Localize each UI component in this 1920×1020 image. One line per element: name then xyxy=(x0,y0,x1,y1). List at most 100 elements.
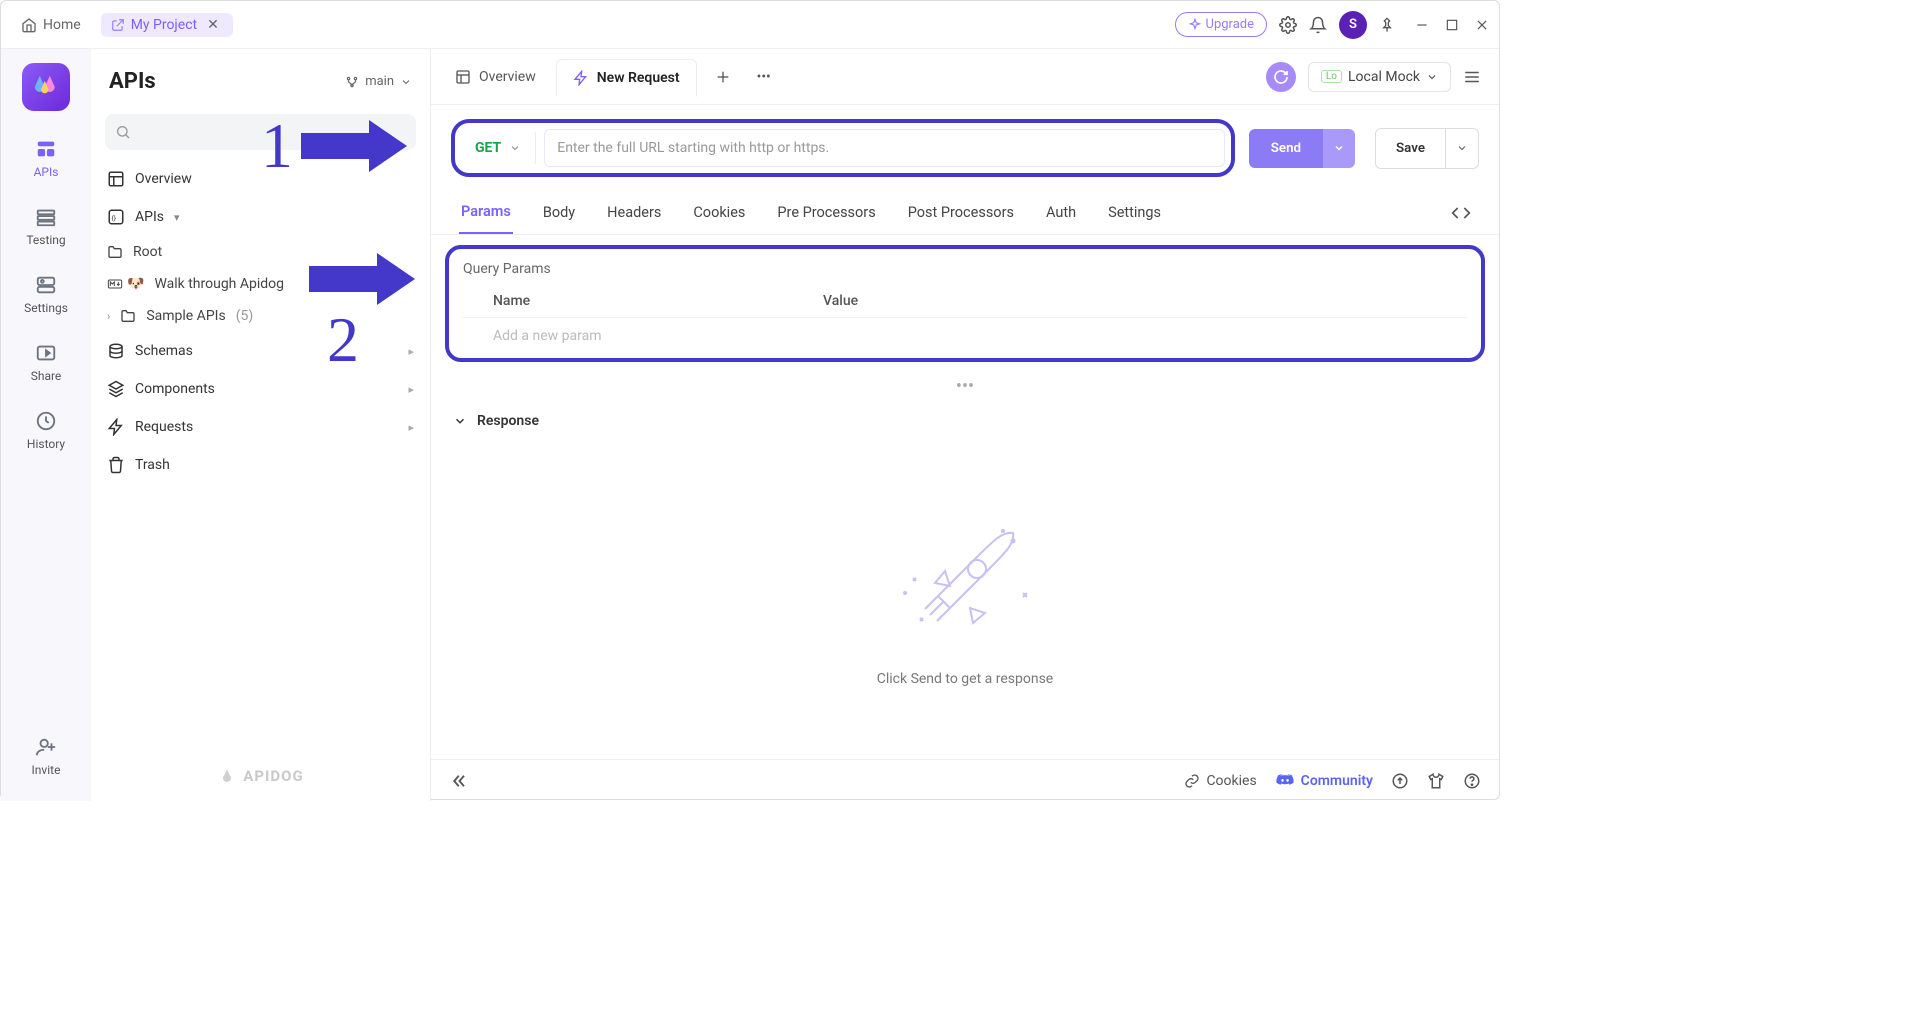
sidebar-root[interactable]: Root xyxy=(91,236,430,268)
subtab-post[interactable]: Post Processors xyxy=(906,192,1016,233)
project-icon xyxy=(111,18,125,32)
nav-rail: APIs Testing Settings Share History Invi… xyxy=(1,49,91,801)
request-url-box: GET Enter the full URL starting with htt… xyxy=(451,119,1235,177)
sidebar-trash[interactable]: Trash xyxy=(91,446,430,484)
sparkle-icon xyxy=(1188,18,1202,32)
sidebar-overview[interactable]: Overview xyxy=(91,160,430,198)
sidebar-brand: APIDOG xyxy=(91,753,430,801)
testing-icon xyxy=(35,206,57,228)
apis-icon xyxy=(35,138,57,160)
chevron-down-icon xyxy=(1333,142,1345,154)
folder-icon xyxy=(120,308,136,324)
response-header[interactable]: Response xyxy=(431,401,1499,441)
subtab-cookies[interactable]: Cookies xyxy=(691,192,747,233)
rail-share[interactable]: Share xyxy=(11,331,81,393)
save-button[interactable]: Save xyxy=(1375,128,1446,169)
content-tabs: Overview New Request ••• Lo Local Mock xyxy=(431,49,1499,105)
schemas-icon xyxy=(107,342,125,360)
chevron-right-icon: ▸ xyxy=(408,345,414,358)
project-label: My Project xyxy=(131,17,197,33)
rail-history[interactable]: History xyxy=(11,399,81,461)
code-icon[interactable] xyxy=(1451,203,1471,223)
settings-gear-icon[interactable] xyxy=(1279,16,1297,34)
emoji-icon: 🐶 xyxy=(127,276,144,292)
window-minimize-icon[interactable] xyxy=(1415,18,1429,32)
environment-selector[interactable]: Lo Local Mock xyxy=(1308,62,1451,92)
tab-overview[interactable]: Overview xyxy=(439,59,552,95)
trash-icon xyxy=(107,456,125,474)
send-button[interactable]: Send xyxy=(1249,129,1323,168)
settings-icon xyxy=(35,274,57,296)
close-tab-icon[interactable]: ✕ xyxy=(203,17,223,33)
search-icon xyxy=(115,124,131,140)
sidebar-components[interactable]: Components ▸ xyxy=(91,370,430,408)
discord-icon xyxy=(1275,771,1295,791)
sidebar-walkthrough[interactable]: 🐶 Walk through Apidog xyxy=(91,268,430,300)
sidebar-search[interactable] xyxy=(105,114,416,150)
rail-invite[interactable]: Invite xyxy=(11,725,81,787)
resize-handle[interactable]: ••• xyxy=(431,372,1499,401)
http-method-selector[interactable]: GET xyxy=(461,132,536,164)
svg-text:{}: {} xyxy=(112,213,117,222)
window-close-icon[interactable] xyxy=(1475,18,1489,32)
response-empty-text: Click Send to get a response xyxy=(877,671,1053,687)
sidebar-sample-apis[interactable]: › Sample APIs (5) xyxy=(91,300,430,332)
link-icon xyxy=(1184,773,1200,789)
chevron-right-icon: › xyxy=(107,310,110,323)
rail-apis[interactable]: APIs xyxy=(11,127,81,189)
home-label: Home xyxy=(43,17,81,33)
api-group-icon: {} xyxy=(107,208,125,226)
upload-icon[interactable] xyxy=(1391,772,1409,790)
user-avatar[interactable]: S xyxy=(1339,11,1367,39)
tab-new-request[interactable]: New Request xyxy=(556,59,697,97)
subtab-auth[interactable]: Auth xyxy=(1044,192,1078,233)
footer-cookies[interactable]: Cookies xyxy=(1184,773,1256,789)
more-tabs-icon[interactable]: ••• xyxy=(749,61,779,93)
sidebar-schemas[interactable]: Schemas ▸ xyxy=(91,332,430,370)
chevron-down-icon xyxy=(453,414,467,428)
chevron-down-icon xyxy=(509,142,521,154)
chevron-down-icon xyxy=(1456,142,1468,154)
app-logo[interactable] xyxy=(22,63,70,111)
components-icon xyxy=(107,380,125,398)
collapse-icon[interactable] xyxy=(449,772,467,790)
footer-community[interactable]: Community xyxy=(1275,771,1373,791)
add-tab-icon[interactable] xyxy=(701,61,745,93)
refresh-icon xyxy=(1273,69,1289,85)
titlebar: Home My Project ✕ Upgrade S xyxy=(1,1,1499,49)
save-dropdown[interactable] xyxy=(1446,128,1479,169)
upgrade-button[interactable]: Upgrade xyxy=(1175,12,1267,37)
content-footer: Cookies Community xyxy=(431,759,1499,801)
param-row-new[interactable]: Add a new param xyxy=(463,317,1467,354)
chevron-down-icon xyxy=(1426,71,1438,83)
lightning-icon xyxy=(573,70,589,86)
subtab-pre[interactable]: Pre Processors xyxy=(775,192,877,233)
hamburger-icon[interactable] xyxy=(1463,68,1481,86)
window-maximize-icon[interactable] xyxy=(1445,18,1459,32)
rocket-icon xyxy=(895,523,1035,653)
markdown-icon xyxy=(107,276,123,292)
help-icon[interactable] xyxy=(1463,772,1481,790)
sidebar-apis[interactable]: {} APIs ▾ xyxy=(91,198,430,236)
project-tab[interactable]: My Project ✕ xyxy=(101,13,233,37)
refresh-button[interactable] xyxy=(1266,62,1296,92)
overview-icon xyxy=(455,69,471,85)
subtab-settings[interactable]: Settings xyxy=(1106,192,1163,233)
home-tab[interactable]: Home xyxy=(11,13,91,37)
bell-icon[interactable] xyxy=(1309,16,1327,34)
params-title: Query Params xyxy=(463,261,1467,277)
chevron-right-icon: ▸ xyxy=(408,421,414,434)
pin-icon[interactable] xyxy=(1379,17,1395,33)
branch-selector[interactable]: main xyxy=(345,74,412,89)
tshirt-icon[interactable] xyxy=(1427,772,1445,790)
column-name: Name xyxy=(493,293,823,309)
rail-testing[interactable]: Testing xyxy=(11,195,81,257)
rail-settings[interactable]: Settings xyxy=(11,263,81,325)
url-input[interactable]: Enter the full URL starting with http or… xyxy=(544,129,1225,167)
send-dropdown[interactable] xyxy=(1323,129,1355,168)
sidebar-requests[interactable]: Requests ▸ xyxy=(91,408,430,446)
query-params-panel: Query Params Name Value Add a new param xyxy=(445,245,1485,362)
subtab-headers[interactable]: Headers xyxy=(605,192,663,233)
subtab-body[interactable]: Body xyxy=(541,192,577,233)
subtab-params[interactable]: Params xyxy=(459,191,513,234)
